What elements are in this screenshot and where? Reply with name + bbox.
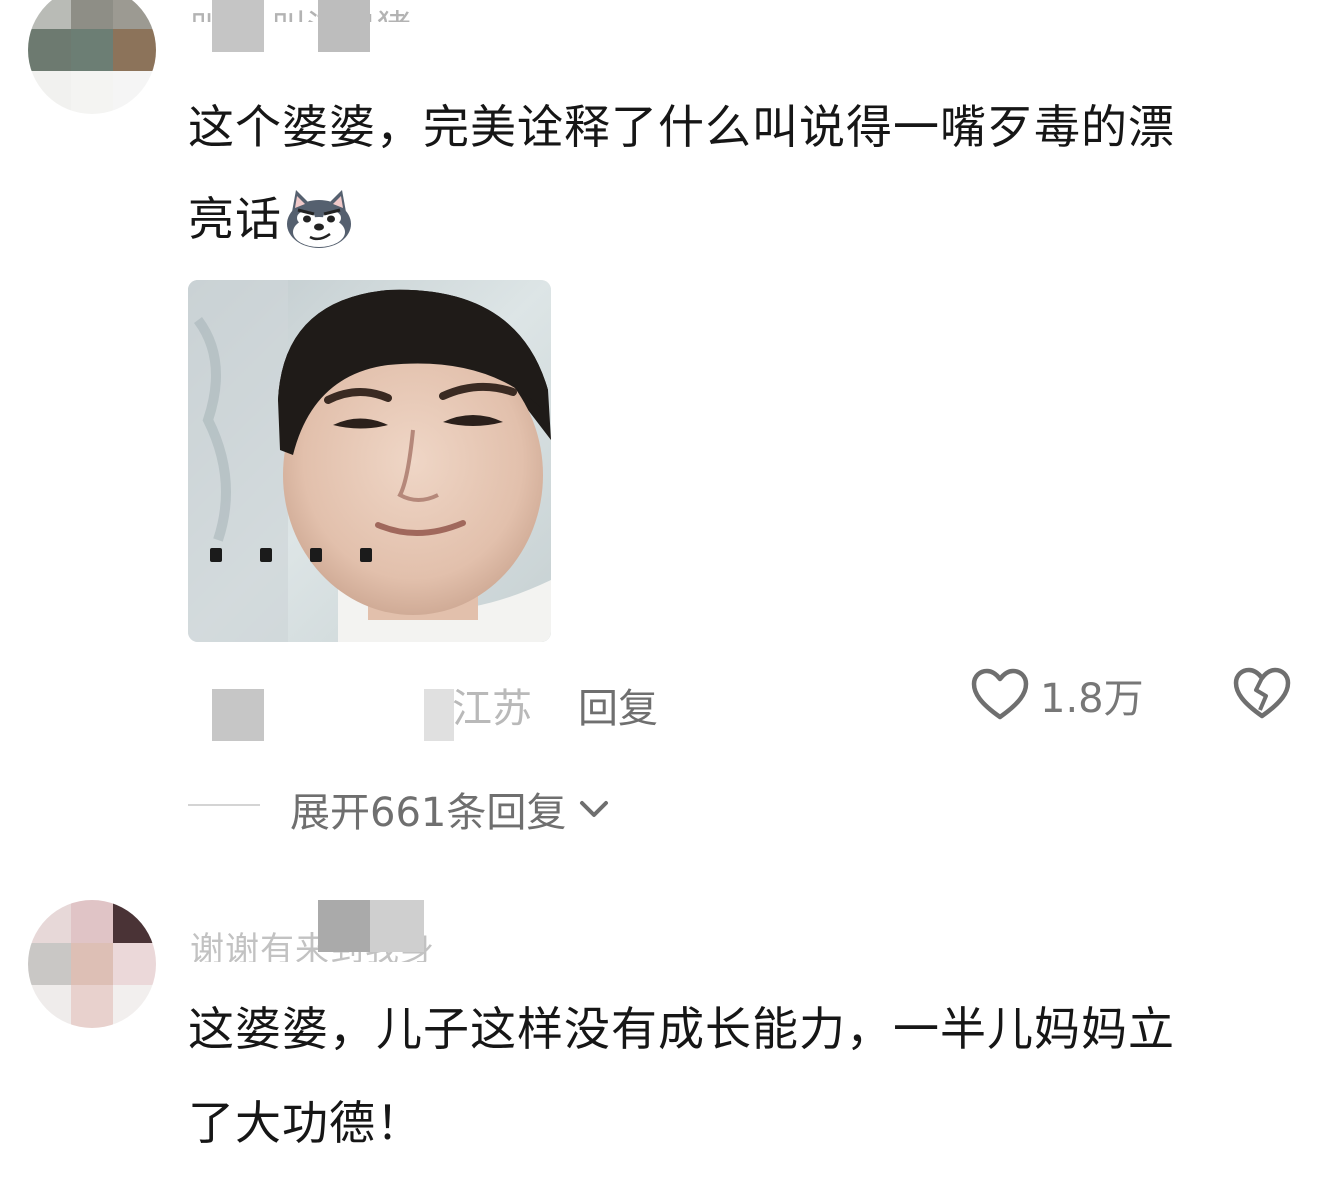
comment-text: 亮话 — [188, 184, 354, 254]
expand-replies-button[interactable]: 展开661条回复 — [290, 780, 614, 838]
username-mosaic — [370, 900, 424, 952]
expand-replies-label: 展开661条回复 — [290, 790, 567, 836]
avatar[interactable] — [28, 900, 156, 1028]
heart-outline-icon — [970, 667, 1030, 723]
time-mosaic — [212, 689, 264, 741]
dislike-button[interactable] — [1232, 666, 1292, 726]
username-mosaic — [318, 900, 370, 952]
location-label: 江苏 — [452, 686, 532, 732]
comment-text-line2: 亮话 — [188, 192, 282, 246]
username-mosaic — [318, 0, 370, 52]
username-mosaic — [212, 0, 264, 52]
avatar[interactable] — [28, 0, 156, 114]
reply-button[interactable]: 回复 — [578, 676, 658, 734]
man-face-meme-sticker[interactable] — [188, 280, 551, 642]
like-button[interactable]: 1.8万 — [970, 666, 1144, 724]
like-count: 1.8万 — [1040, 676, 1144, 722]
husky-smirk-emoji-icon — [284, 188, 354, 250]
chevron-down-icon — [574, 789, 614, 829]
location-mosaic — [424, 689, 454, 741]
divider-line — [188, 804, 260, 806]
comment-text: 这婆婆，儿子这样没有成长能力，一半儿妈妈立 — [188, 1002, 1175, 1056]
broken-heart-icon — [1232, 666, 1292, 722]
comment-text: 这个婆婆，完美诠释了什么叫说得一嘴歹毒的漂 — [188, 100, 1175, 154]
comment-text: 了大功德！ — [188, 1096, 423, 1150]
